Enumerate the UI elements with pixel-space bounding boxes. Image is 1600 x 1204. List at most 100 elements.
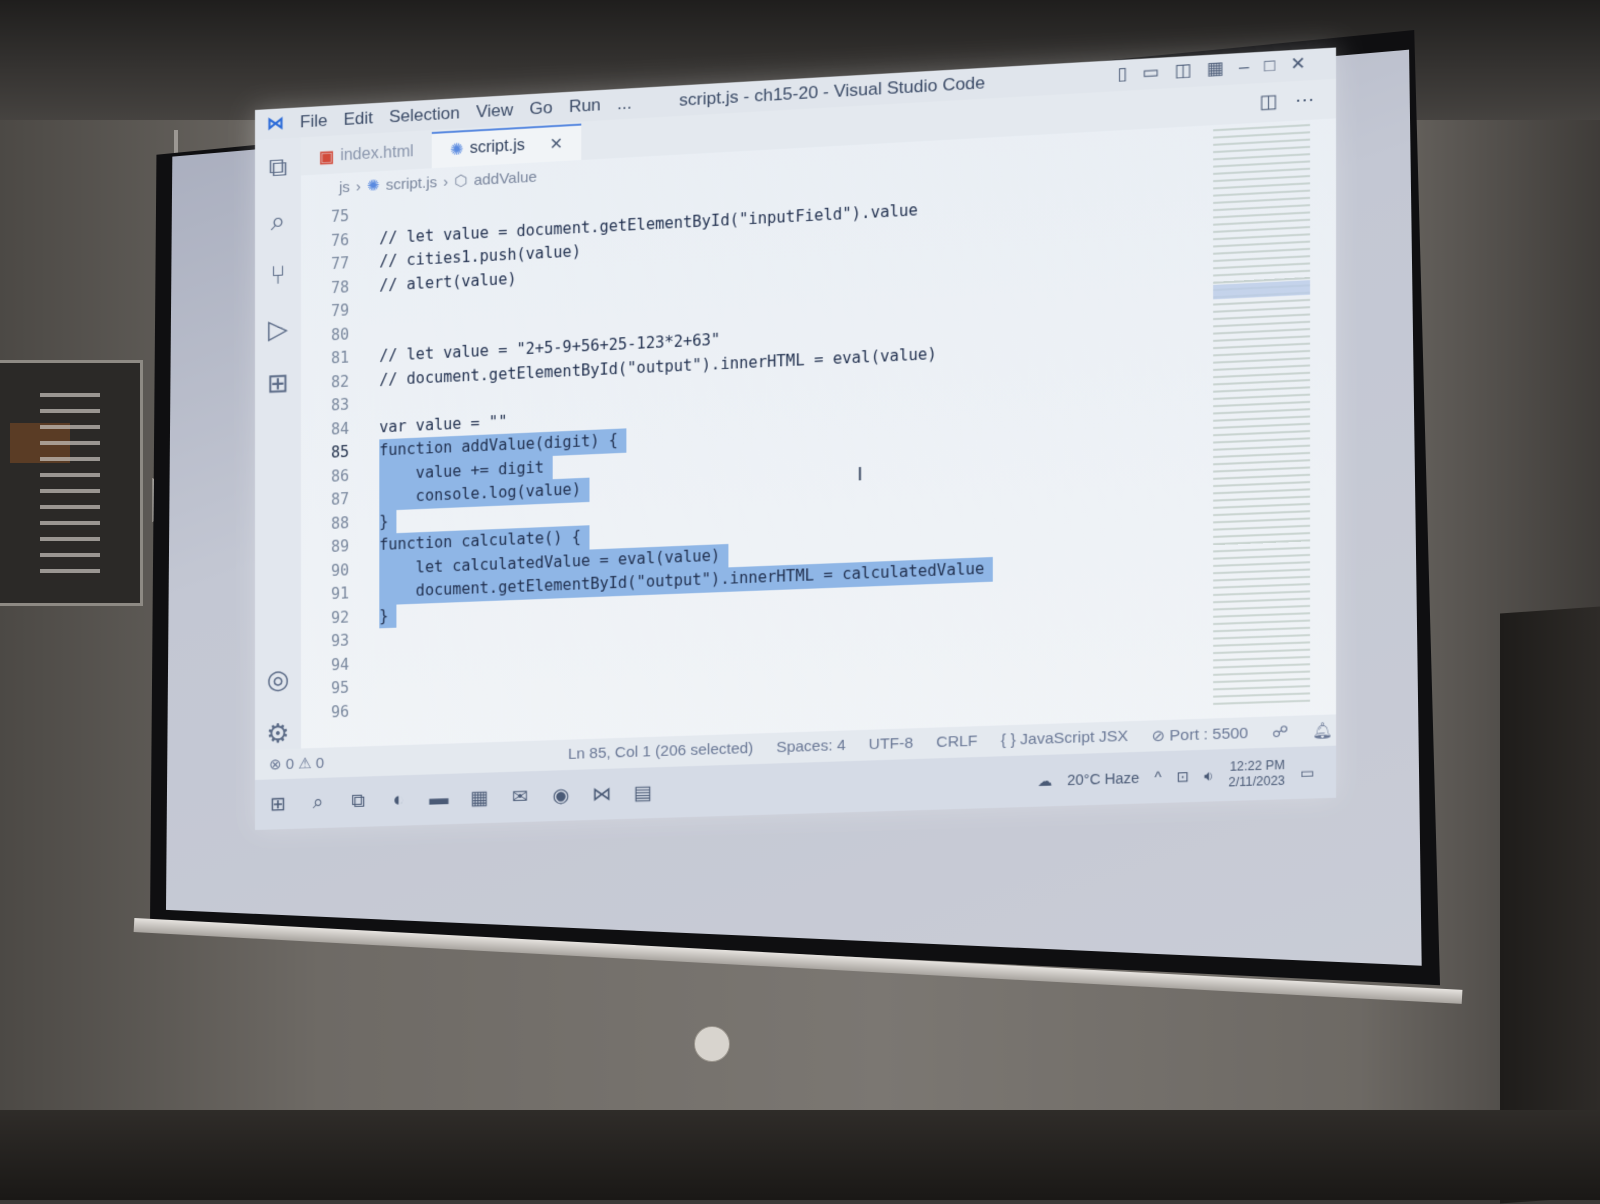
- breadcrumb-file[interactable]: script.js: [386, 173, 437, 193]
- tab-label: index.html: [340, 143, 414, 165]
- language-mode[interactable]: { } JavaScript JSX: [1001, 727, 1128, 750]
- network-icon[interactable]: ⊡: [1176, 767, 1189, 785]
- line-number: 93: [330, 631, 350, 651]
- live-server-port[interactable]: ⊘ Port : 5500: [1152, 724, 1249, 746]
- chevron-right-icon: ›: [443, 172, 449, 191]
- line-number: 80: [330, 324, 350, 344]
- line-text: }: [379, 509, 397, 534]
- menu-go[interactable]: Go: [529, 98, 552, 120]
- minimap-slider[interactable]: [1213, 280, 1311, 300]
- explorer-icon[interactable]: ⧉: [269, 151, 288, 182]
- menu-file[interactable]: File: [300, 111, 327, 133]
- js-file-icon: ✺: [367, 177, 380, 195]
- menu-selection[interactable]: Selection: [389, 103, 460, 127]
- wall-button: [694, 1026, 730, 1062]
- account-icon[interactable]: ◎: [267, 664, 290, 695]
- line-number: 86: [330, 466, 350, 486]
- taskbar-search-icon[interactable]: ⌕: [307, 791, 329, 815]
- customize-layout-icon[interactable]: ▦: [1207, 58, 1224, 80]
- line-number: 77: [330, 254, 350, 274]
- weather-icon: ☁: [1037, 771, 1053, 789]
- line-number: 94: [330, 655, 350, 674]
- line-number: 81: [330, 348, 350, 368]
- line-number: 91: [330, 584, 350, 604]
- line-number: 83: [330, 395, 350, 415]
- file-explorer-icon[interactable]: ▬: [428, 787, 450, 811]
- search-icon[interactable]: ⌕: [271, 205, 286, 236]
- line-number: 92: [330, 607, 350, 627]
- line-endings[interactable]: CRLF: [936, 732, 977, 752]
- notification-center-icon[interactable]: ▭: [1300, 764, 1314, 782]
- chrome-icon[interactable]: ◉: [550, 784, 572, 808]
- display-grill: [40, 393, 100, 573]
- menu-run[interactable]: Run: [569, 95, 601, 117]
- wall-display-case: [0, 360, 143, 606]
- run-debug-icon[interactable]: ▷: [268, 313, 288, 344]
- breadcrumb-folder[interactable]: js: [339, 178, 350, 196]
- maximize-icon[interactable]: □: [1264, 55, 1275, 76]
- breadcrumb-symbol[interactable]: addValue: [474, 168, 537, 189]
- notes-app-icon[interactable]: ▤: [632, 781, 655, 805]
- calendar-app-icon[interactable]: ▦: [468, 786, 490, 810]
- tab-label: script.js: [469, 136, 525, 158]
- line-number: 95: [330, 678, 350, 698]
- windows-start-icon[interactable]: ⊞: [267, 792, 289, 816]
- js-file-icon: ✺: [450, 141, 464, 160]
- line-number: 82: [330, 372, 350, 391]
- task-view-icon[interactable]: ⧉: [347, 790, 369, 814]
- edge-browser-icon[interactable]: ◐: [387, 789, 409, 813]
- notifications-bell-icon[interactable]: 🔔︎: [1312, 721, 1333, 740]
- panel-icon[interactable]: ▭: [1142, 62, 1159, 84]
- more-actions-icon[interactable]: ⋯: [1295, 88, 1314, 111]
- minimap[interactable]: [1213, 123, 1311, 711]
- taskbar-apps: ⊞ ⌕ ⧉ ◐ ▬ ▦ ✉ ◉ ⋈ ▤: [255, 781, 654, 816]
- menu-edit[interactable]: Edit: [343, 108, 372, 130]
- code-editor[interactable]: 75 76// let value = document.getElementBy…: [301, 162, 1149, 739]
- split-icon[interactable]: ◫: [1174, 60, 1191, 82]
- html5-icon: ▣: [319, 148, 335, 167]
- chevron-right-icon: ›: [355, 177, 362, 196]
- line-number: 96: [330, 702, 350, 721]
- weather-text[interactable]: 20°C Haze: [1067, 769, 1139, 788]
- cursor-position[interactable]: Ln 85, Col 1 (206 selected): [568, 740, 753, 764]
- close-window-icon[interactable]: ✕: [1290, 53, 1305, 75]
- layout-icon[interactable]: ▯: [1117, 64, 1127, 85]
- encoding[interactable]: UTF-8: [869, 734, 914, 754]
- window-controls: ▯ ▭ ◫ ▦ – □ ✕: [1117, 53, 1305, 85]
- menu-more[interactable]: ...: [617, 93, 632, 114]
- minimize-icon[interactable]: –: [1239, 57, 1249, 78]
- tab-index-html[interactable]: ▣ index.html: [301, 134, 432, 175]
- system-tray: ☁ 20°C Haze ^ ⊡ 🔉︎ 12:22 PM 2/11/2023 ▭: [1037, 757, 1314, 797]
- chevron-up-icon[interactable]: ^: [1154, 769, 1161, 786]
- line-number: 78: [330, 277, 350, 297]
- indentation[interactable]: Spaces: 4: [776, 737, 845, 758]
- line-number: 89: [330, 537, 350, 556]
- line-number: 90: [330, 560, 350, 580]
- activity-bar-bottom: ◎ ⚙: [266, 664, 290, 749]
- line-number: 87: [330, 489, 350, 509]
- editor-actions: ◫ ⋯: [1259, 88, 1314, 113]
- feedback-icon[interactable]: ☍: [1272, 722, 1288, 741]
- settings-gear-icon[interactable]: ⚙: [266, 718, 289, 749]
- symbol-method-icon: ⬡: [454, 172, 468, 191]
- line-number: 84: [330, 419, 350, 439]
- source-control-icon[interactable]: ⑂: [270, 259, 286, 290]
- close-tab-icon[interactable]: ✕: [549, 134, 563, 155]
- activity-bar: ⧉ ⌕ ⑂ ▷ ⊞ ◎ ⚙: [255, 137, 301, 765]
- floor: [0, 1110, 1600, 1200]
- line-number: 75: [330, 206, 350, 226]
- clock-time: 12:22 PM: [1229, 757, 1285, 774]
- clock-date: 2/11/2023: [1228, 773, 1285, 790]
- vscode-taskbar-icon[interactable]: ⋈: [591, 782, 614, 806]
- line-number: 76: [330, 230, 350, 250]
- problems-indicator[interactable]: ⊗ 0 ⚠ 0: [269, 754, 324, 774]
- extensions-icon[interactable]: ⊞: [267, 367, 289, 398]
- split-editor-icon[interactable]: ◫: [1259, 90, 1277, 113]
- menu-view[interactable]: View: [476, 100, 513, 122]
- line-number: 79: [330, 301, 350, 321]
- clock[interactable]: 12:22 PM 2/11/2023: [1228, 758, 1285, 791]
- line-text: }: [379, 604, 397, 629]
- tab-script-js[interactable]: ✺ script.js ✕: [431, 123, 582, 169]
- mail-icon[interactable]: ✉: [509, 785, 531, 809]
- volume-icon[interactable]: 🔉︎: [1204, 767, 1213, 785]
